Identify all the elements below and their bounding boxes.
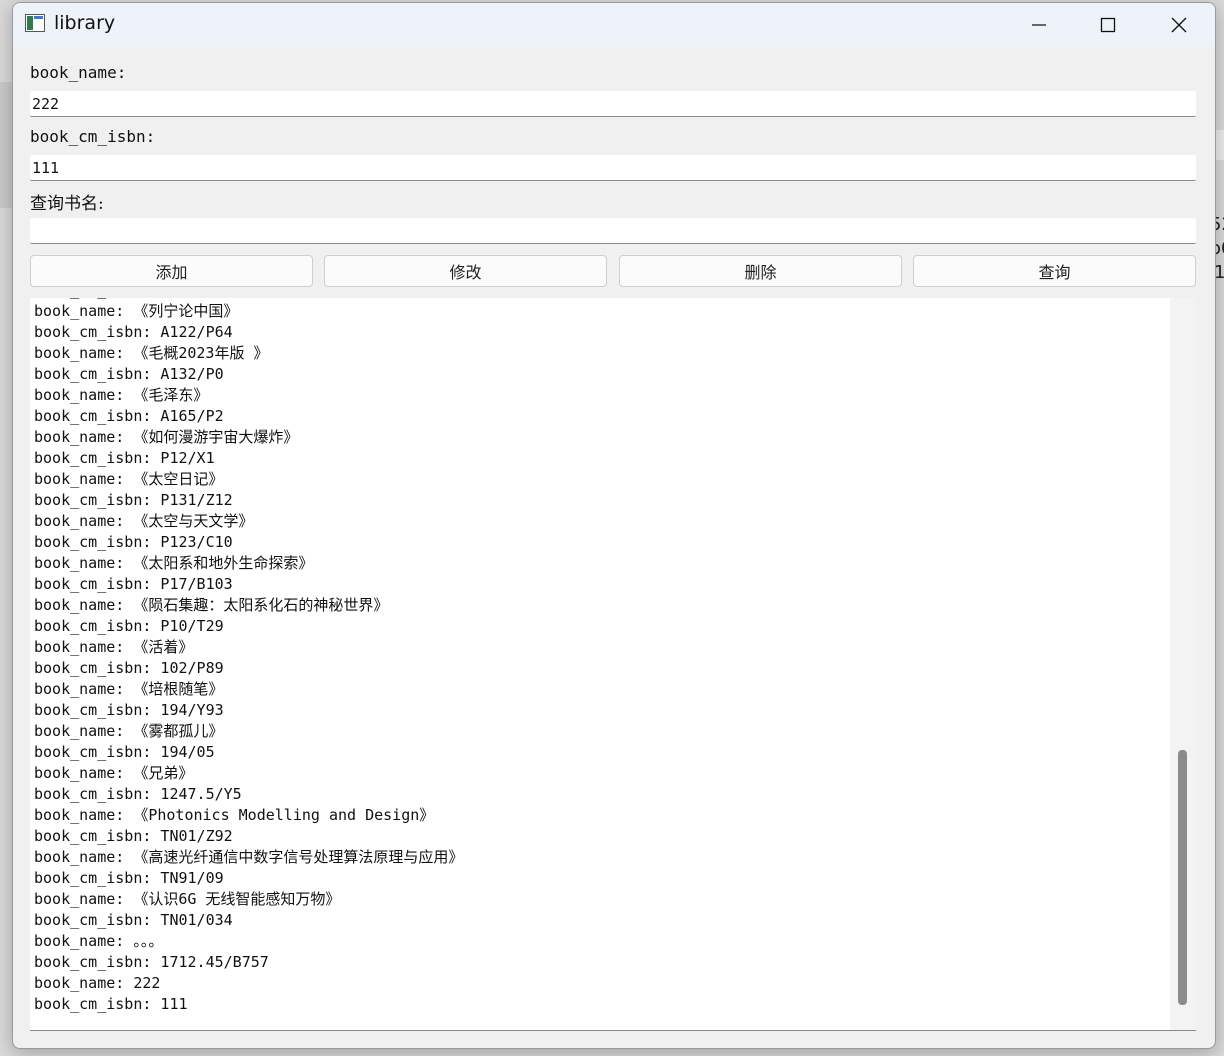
edit-button[interactable]: 修改: [324, 255, 607, 287]
output-line: book_name: 《太空与天文学》: [34, 512, 254, 530]
output-line: book_cm_isbn: 194/05: [34, 743, 215, 761]
output-line: book_name: 《高速光纤通信中数字信号处理算法原理与应用》: [34, 848, 464, 866]
output-line: book_name: 《兄弟》: [34, 764, 194, 782]
output-line: book_name: 《陨石集趣：太阳系化石的神秘世界》: [34, 596, 389, 614]
vertical-scrollbar[interactable]: [1170, 298, 1196, 1030]
output-line: book_cm_isbn: P17/B103: [34, 575, 233, 593]
output-line: book_name: 《活着》: [34, 638, 194, 656]
output-line: book_name: 《雾都孤儿》: [34, 722, 224, 740]
output-line: book_name: 《毛概2023年版 》: [34, 344, 269, 362]
close-button[interactable]: [1144, 3, 1214, 47]
output-line: book_cm_isbn: 1712.45/B757: [34, 953, 269, 971]
output-line: book_cm_isbn: A122/P64: [34, 323, 233, 341]
output-line: book_name: 《Photonics Modelling and Desi…: [34, 806, 435, 824]
window-app-icon: [25, 14, 45, 32]
search-name-input[interactable]: [30, 218, 1196, 244]
output-line: book_name: 222: [34, 974, 161, 992]
output-line: book_name: 《太阳系和地外生命探索》: [34, 554, 314, 572]
maximize-button[interactable]: [1073, 3, 1143, 47]
output-line: book_cm_isbn: A165/P2: [34, 407, 224, 425]
output-lines: book_cm_isbn: A110/P9book_name: 《列宁论中国》b…: [34, 298, 463, 1015]
book-name-label: book_name:: [30, 63, 127, 82]
maximize-icon: [1100, 17, 1116, 33]
book-name-input[interactable]: [30, 91, 1196, 117]
output-line: book_cm_isbn: 1247.5/Y5: [34, 785, 242, 803]
output-line: book_cm_isbn: 194/Y93: [34, 701, 224, 719]
search-button[interactable]: 查询: [913, 255, 1196, 287]
minimize-button[interactable]: [1004, 3, 1074, 47]
book-isbn-input[interactable]: [30, 155, 1196, 181]
output-line: book_name: 《列宁论中国》: [34, 302, 239, 320]
library-window: library book_name: book_cm_isbn: 查询书名: 添…: [12, 2, 1216, 1049]
output-line: book_cm_isbn: P123/C10: [34, 533, 233, 551]
output-line: book_name: 《培根随笔》: [34, 680, 224, 698]
window-title: library: [54, 12, 116, 34]
output-line: book_cm_isbn: 102/P89: [34, 659, 224, 677]
output-line: book_name: 《太空日记》: [34, 470, 224, 488]
output-line: book_cm_isbn: TN01/Z92: [34, 827, 233, 845]
minimize-icon: [1031, 17, 1047, 33]
output-line: book_cm_isbn: P12/X1: [34, 449, 215, 467]
output-line: book_cm_isbn: A132/P0: [34, 365, 224, 383]
output-line: book_cm_isbn: 111: [34, 995, 188, 1013]
search-name-label: 查询书名:: [30, 194, 104, 214]
output-line: book_cm_isbn: P10/T29: [34, 617, 224, 635]
scrollbar-thumb[interactable]: [1178, 750, 1187, 1005]
output-line: book_name: 《认识6G 无线智能感知万物》: [34, 890, 341, 908]
output-text-area[interactable]: book_cm_isbn: A110/P9book_name: 《列宁论中国》b…: [30, 298, 1196, 1031]
add-button[interactable]: 添加: [30, 255, 313, 287]
output-line: book_cm_isbn: TN91/09: [34, 869, 224, 887]
output-line: book_cm_isbn: P131/Z12: [34, 491, 233, 509]
close-icon: [1170, 16, 1188, 34]
output-line: book_name: 。。。: [34, 932, 164, 950]
output-line: book_name: 《毛泽东》: [34, 386, 209, 404]
delete-button[interactable]: 删除: [619, 255, 902, 287]
book-isbn-label: book_cm_isbn:: [30, 127, 156, 146]
output-line: book_name: 《如何漫游宇宙大爆炸》: [34, 428, 299, 446]
background-window-edge-left: [0, 82, 12, 208]
title-bar[interactable]: library: [13, 3, 1215, 47]
output-line: book_cm_isbn: TN01/034: [34, 911, 233, 929]
